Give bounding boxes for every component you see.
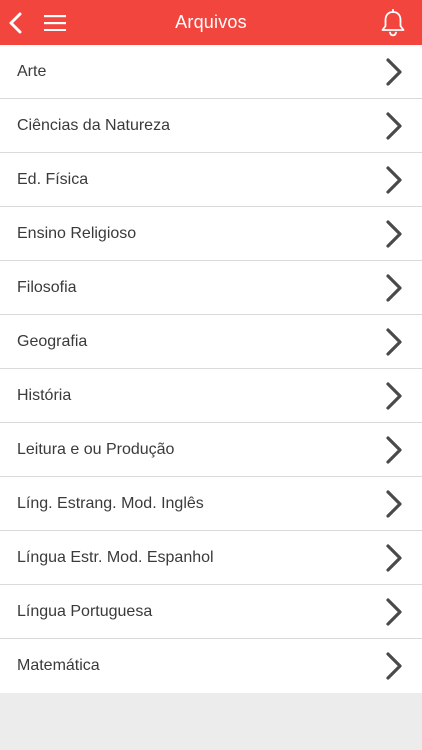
list-item-ling-estrang-mod-ingles[interactable]: Líng. Estrang. Mod. Inglês: [0, 477, 422, 531]
chevron-right-icon: [386, 111, 402, 140]
list-item-lingua-portuguesa[interactable]: Língua Portuguesa: [0, 585, 422, 639]
app-header: Arquivos: [0, 0, 422, 45]
chevron-right-icon: [386, 219, 402, 248]
chevron-right-icon: [386, 543, 402, 572]
list-item-label: Líng. Estrang. Mod. Inglês: [17, 494, 204, 512]
list-item-leitura-e-ou-producao[interactable]: Leitura e ou Produção: [0, 423, 422, 477]
list-item-label: Ciências da Natureza: [17, 116, 170, 134]
list-item-label: Geografia: [17, 332, 88, 350]
chevron-right-icon: [386, 57, 402, 86]
list-item-label: Ed. Física: [17, 170, 89, 188]
chevron-right-icon: [386, 489, 402, 518]
list-item-label: Matemática: [17, 657, 100, 674]
chevron-right-icon: [386, 327, 402, 356]
chevron-right-icon: [386, 381, 402, 410]
chevron-right-icon: [386, 165, 402, 194]
list-item-lingua-estr-mod-espanhol[interactable]: Língua Estr. Mod. Espanhol: [0, 531, 422, 585]
list-item-label: História: [17, 386, 72, 404]
list-item-label: Filosofia: [17, 278, 77, 296]
list-item-ed-fisica[interactable]: Ed. Física: [0, 153, 422, 207]
list-item-matematica[interactable]: Matemática: [0, 639, 422, 693]
list-item-ciencias-da-natureza[interactable]: Ciências da Natureza: [0, 99, 422, 153]
list-item-label: Arte: [17, 62, 47, 80]
list-item-historia[interactable]: História: [0, 369, 422, 423]
list-item-label: Língua Estr. Mod. Espanhol: [17, 548, 214, 566]
list-item-ensino-religioso[interactable]: Ensino Religioso: [0, 207, 422, 261]
chevron-right-icon: [386, 435, 402, 464]
bell-icon: [381, 8, 405, 36]
notifications-button[interactable]: [378, 0, 408, 45]
chevron-right-icon: [386, 597, 402, 626]
list-item-filosofia[interactable]: Filosofia: [0, 261, 422, 315]
list-item-arte[interactable]: Arte: [0, 45, 422, 99]
chevron-right-icon: [386, 273, 402, 302]
list-item-label: Leitura e ou Produção: [17, 440, 175, 458]
list-item-label: Língua Portuguesa: [17, 602, 153, 620]
list-item-label: Ensino Religioso: [17, 224, 137, 242]
list-item-geografia[interactable]: Geografia: [0, 315, 422, 369]
chevron-right-icon: [386, 652, 402, 680]
page-title: Arquivos: [175, 12, 247, 32]
subjects-list: Arte Ciências da Natureza Ed. Física Ens…: [0, 45, 422, 693]
